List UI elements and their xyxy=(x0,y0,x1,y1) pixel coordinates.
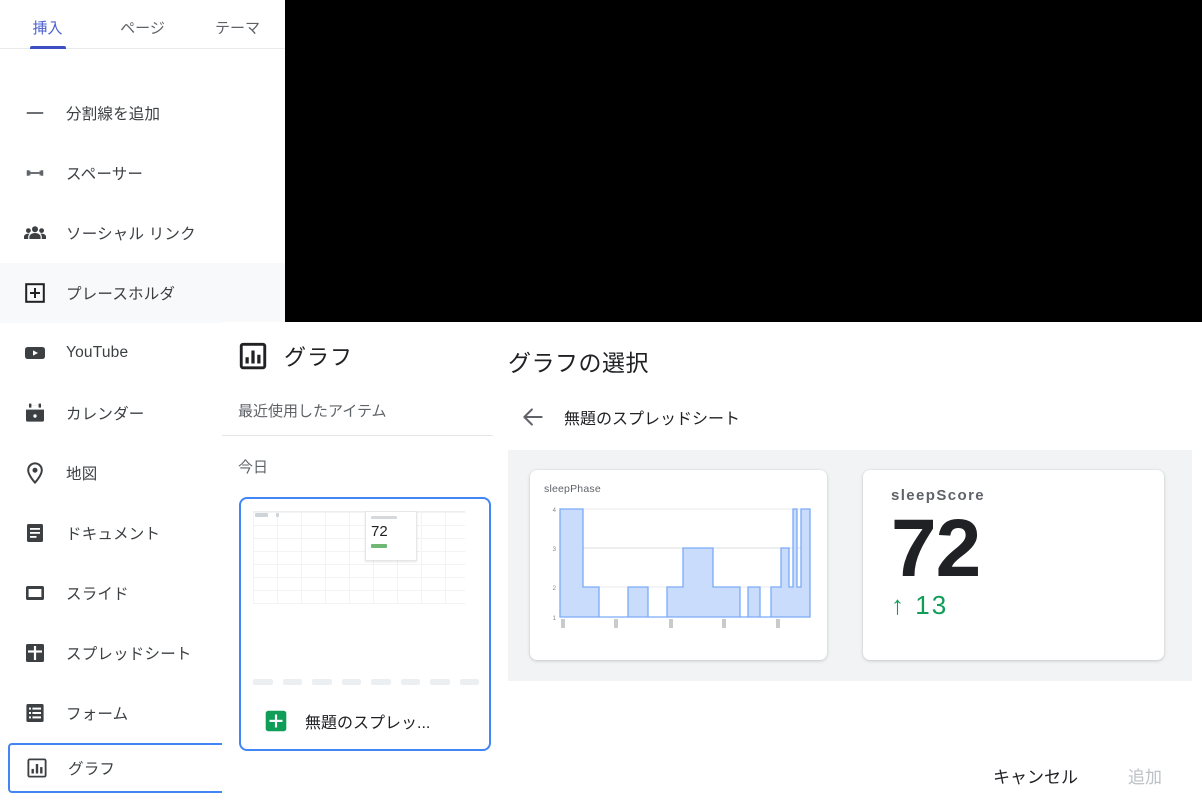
add-button[interactable]: 追加 xyxy=(1114,755,1176,796)
slides-icon xyxy=(22,580,48,606)
chart-caption: sleepScore xyxy=(891,487,986,504)
sidebar-item-spacer[interactable]: スペーサー xyxy=(0,143,285,203)
tab-active-underline xyxy=(29,46,66,49)
chart-icon xyxy=(238,341,268,371)
calendar-icon xyxy=(22,400,48,426)
picker-title: グラフ xyxy=(284,345,354,370)
sidebar-item-forms-label: フォーム xyxy=(66,706,129,723)
svg-text:3: 3 xyxy=(553,547,557,553)
thumbnail-card-value: 72 xyxy=(371,523,388,540)
thumbnail-footer-placeholders xyxy=(241,679,489,693)
chart-options-container: sleepPhase 4 3 2 1 sleepScore 72 ↑ 13 xyxy=(508,450,1192,681)
dialog-footer: キャンセル 追加 xyxy=(498,744,1202,806)
sidebar-item-slides-label: スライド xyxy=(66,586,129,603)
thumbnail-card-delta-bar xyxy=(371,544,387,548)
svg-text:2: 2 xyxy=(553,586,557,592)
cancel-button[interactable]: キャンセル xyxy=(979,755,1092,796)
sidebar-item-docs-label: ドキュメント xyxy=(66,526,161,543)
graph-picker-panel: グラフ 最近使用したアイテム 今日 72 無題のスプレッ... xyxy=(222,322,503,806)
sleepscore-delta-value: 13 xyxy=(915,590,949,620)
tab-theme-label: テーマ xyxy=(214,20,260,37)
sleepphase-svg: 4 3 2 1 xyxy=(553,508,811,628)
file-card-name: 無題のスプレッ... xyxy=(305,715,431,732)
placeholder-bar xyxy=(400,679,420,685)
docs-icon xyxy=(22,520,48,546)
sidebar-item-spacer-label: スペーサー xyxy=(66,166,144,183)
divider-icon xyxy=(22,100,48,126)
x-axis-ticks xyxy=(561,619,780,628)
placeholder-bar xyxy=(341,679,361,685)
file-thumbnail: 72 xyxy=(241,499,489,679)
map-pin-icon xyxy=(22,460,48,486)
tab-page[interactable]: ページ xyxy=(95,17,190,48)
tab-page-label: ページ xyxy=(120,20,165,37)
arrow-left-icon[interactable] xyxy=(520,404,546,430)
breadcrumb-label: 無題のスプレッドシート xyxy=(564,411,741,428)
sidebar-item-spreadsheet-label: スプレッドシート xyxy=(66,646,192,663)
app-root: 挿入 ページ テーマ 分割線を追加 スペーサー ソーシャル リンク プレースホル… xyxy=(0,0,1202,806)
thumbnail-toolbar xyxy=(255,513,279,517)
arrow-up-icon: ↑ xyxy=(891,590,906,620)
sleepscore-value: 72 xyxy=(891,503,981,594)
picker-group-label: 今日 xyxy=(238,459,269,476)
sidebar-item-divider-label: 分割線を追加 xyxy=(66,106,161,123)
thumbnail-grid xyxy=(253,511,465,604)
thumbnail-toolbar-block xyxy=(255,513,268,517)
breadcrumb: 無題のスプレッドシート xyxy=(498,378,1202,430)
placeholder-bar xyxy=(371,679,391,685)
chart-caption: sleepPhase xyxy=(544,483,601,495)
sidebar-item-placeholder[interactable]: プレースホルダ xyxy=(0,263,285,323)
placeholder-bar xyxy=(430,679,450,685)
sheets-icon xyxy=(22,640,48,666)
picker-header: グラフ xyxy=(222,322,503,374)
chart-icon xyxy=(24,755,50,781)
forms-icon xyxy=(22,700,48,726)
picker-recent-label: 最近使用したアイテム xyxy=(222,374,493,436)
youtube-icon xyxy=(22,340,48,366)
svg-text:4: 4 xyxy=(553,508,557,514)
plus-box-icon xyxy=(22,280,48,306)
tab-insert[interactable]: 挿入 xyxy=(0,17,95,49)
sleepscore-delta: ↑ 13 xyxy=(891,590,1164,621)
sleepphase-area xyxy=(559,508,811,618)
tab-insert-label: 挿入 xyxy=(32,20,63,37)
thumbnail-card-title-bar xyxy=(371,516,397,519)
select-chart-dialog: グラフの選択 無題のスプレッドシート sleepPhase 4 3 2 1 sl… xyxy=(498,322,1202,806)
sidebar-item-social-links[interactable]: ソーシャル リンク xyxy=(0,203,285,263)
thumbnail-toolbar-block xyxy=(276,513,279,517)
thumbnail-chart-card: 72 xyxy=(365,511,417,561)
sidebar-item-divider[interactable]: 分割線を追加 xyxy=(0,83,285,143)
file-card-footer: 無題のスプレッ... xyxy=(241,693,489,749)
recent-file-card[interactable]: 72 無題のスプレッ... xyxy=(239,497,491,751)
placeholder-bar xyxy=(312,679,332,685)
chart-option-sleepphase[interactable]: sleepPhase 4 3 2 1 xyxy=(530,470,827,660)
people-icon xyxy=(22,220,48,246)
sidebar-item-placeholder-label: プレースホルダ xyxy=(66,286,176,303)
svg-text:1: 1 xyxy=(553,616,557,622)
chart-option-sleepscore[interactable]: sleepScore 72 ↑ 13 xyxy=(863,470,1164,660)
google-sheets-icon xyxy=(263,708,289,734)
tab-theme[interactable]: テーマ xyxy=(190,17,285,48)
sidebar-item-chart-label: グラフ xyxy=(68,761,116,778)
placeholder-bar xyxy=(459,679,479,685)
placeholder-bar xyxy=(253,679,273,685)
sleepphase-plot: 4 3 2 1 xyxy=(544,503,812,631)
sidebar-item-map-label: 地図 xyxy=(66,466,98,483)
placeholder-bar xyxy=(282,679,302,685)
sidebar-item-social-links-label: ソーシャル リンク xyxy=(66,226,196,243)
sidebar-item-calendar-label: カレンダー xyxy=(66,406,145,423)
sidebar-item-youtube-label: YouTube xyxy=(66,344,129,361)
dialog-title: グラフの選択 xyxy=(508,350,649,376)
sidebar-tabbar: 挿入 ページ テーマ xyxy=(0,0,285,49)
spacer-icon xyxy=(22,160,48,186)
